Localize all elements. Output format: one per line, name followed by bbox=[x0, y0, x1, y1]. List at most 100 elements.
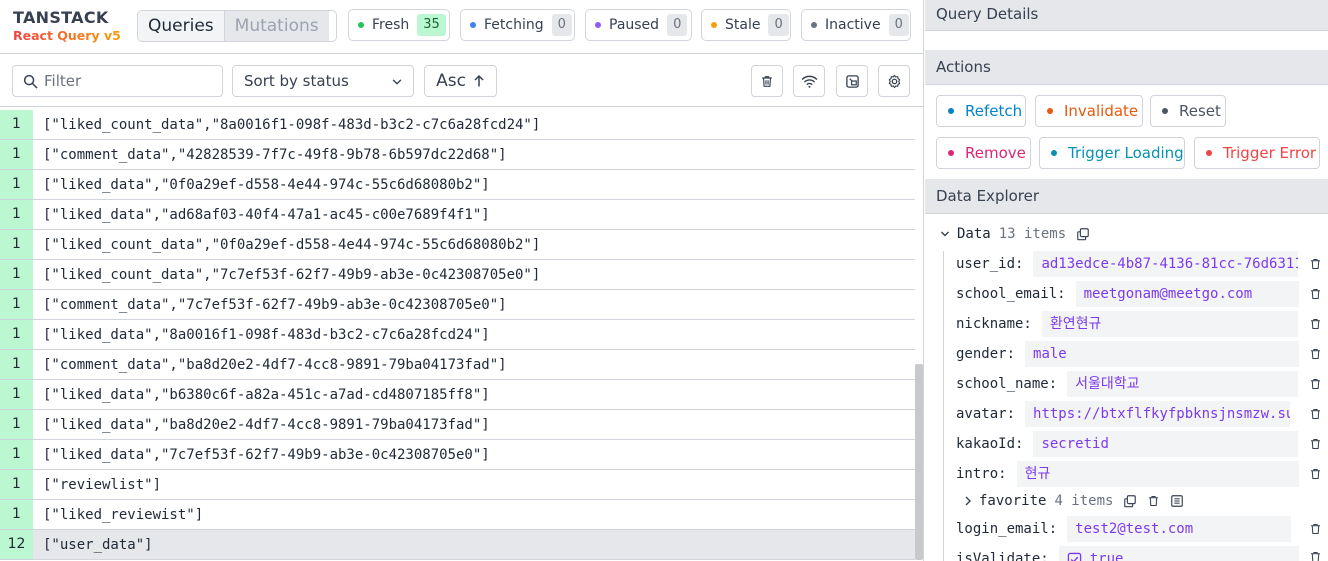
observer-count: 12 bbox=[0, 530, 33, 559]
field-avatar: avatar: https://btxflfkyfpbknsjnsmzw.sup bbox=[956, 401, 1291, 427]
trash-icon[interactable] bbox=[1309, 347, 1322, 361]
arrow-up-icon bbox=[474, 74, 484, 87]
query-key: ["comment_data","7c7ef53f-62f7-49b9-ab3e… bbox=[43, 296, 507, 313]
query-key: ["liked_data","ba8d20e2-4df7-4cc8-9891-7… bbox=[43, 416, 490, 433]
invalidate-dot-icon bbox=[1047, 108, 1053, 114]
trash-icon[interactable] bbox=[1309, 287, 1322, 301]
query-row[interactable]: 1 ["liked_count_data","8a0016f1-098f-483d… bbox=[0, 110, 915, 140]
mutations-tab[interactable]: Mutations bbox=[224, 11, 329, 41]
copy-icon[interactable] bbox=[1076, 227, 1090, 241]
query-key: ["user_data"] bbox=[43, 536, 153, 553]
field-school-name: school_name: 서울대학교 bbox=[956, 371, 1299, 397]
chevron-down-icon bbox=[392, 79, 402, 85]
status-pill-stale[interactable]: Stale 0 bbox=[701, 9, 791, 41]
search-icon bbox=[23, 74, 38, 88]
query-row[interactable]: 1 ["liked_data","b6380c6f-a82a-451c-a7ad-… bbox=[0, 380, 915, 410]
status-pill-fresh[interactable]: Fresh 35 bbox=[348, 9, 450, 41]
query-row[interactable]: 1 ["liked_data","8a0016f1-098f-483d-b3c2-… bbox=[0, 320, 915, 350]
field-gender: gender: male bbox=[956, 341, 1300, 367]
queries-tab[interactable]: Queries bbox=[138, 11, 225, 41]
invalidate-button[interactable]: Invalidate bbox=[1035, 95, 1143, 127]
sort-order-button[interactable]: Asc bbox=[424, 65, 497, 97]
sort-select[interactable]: Sort by status bbox=[232, 65, 414, 97]
query-row[interactable]: 1 ["liked_count_data","7c7ef53f-62f7-49b9… bbox=[0, 260, 915, 290]
status-pill-paused[interactable]: Paused 0 bbox=[585, 9, 692, 41]
sort-select-value: Sort by status bbox=[244, 72, 349, 90]
query-list-scrollbar[interactable] bbox=[915, 364, 923, 560]
filter-input[interactable]: Filter bbox=[12, 65, 223, 97]
query-key: ["comment_data","ba8d20e2-4df7-4cc8-9891… bbox=[43, 356, 507, 373]
query-row[interactable]: 1 ["liked_data","0f0a29ef-d558-4e44-974c-… bbox=[0, 170, 915, 200]
trigger-loading-dot-icon bbox=[1051, 150, 1057, 156]
query-row[interactable]: 1 ["liked_reviewist"] bbox=[0, 500, 915, 530]
trigger-loading-button[interactable]: Trigger Loading bbox=[1039, 137, 1185, 169]
refetch-dot-icon bbox=[948, 108, 954, 114]
query-key: ["liked_data","0f0a29ef-d558-4e44-974c-5… bbox=[43, 176, 490, 193]
query-details-body bbox=[936, 31, 1326, 51]
query-row[interactable]: 1 ["liked_count_data","0f0a29ef-d558-4e44… bbox=[0, 230, 915, 260]
trash-icon[interactable] bbox=[1309, 467, 1322, 481]
query-row[interactable]: 1 ["liked_data","7c7ef53f-62f7-49b9-ab3e-… bbox=[0, 440, 915, 470]
field-value-input[interactable]: ad13edce-4b87-4136-81cc-76d6311 bbox=[1033, 251, 1298, 277]
field-value-input[interactable]: 환연현규 bbox=[1041, 311, 1298, 337]
trigger-error-button[interactable]: Trigger Error bbox=[1194, 137, 1320, 169]
field-kakao-id: kakaoId: secretid bbox=[956, 431, 1299, 457]
observer-count: 1 bbox=[0, 380, 33, 409]
refetch-button[interactable]: Refetch bbox=[936, 95, 1026, 127]
query-list: 1 ["liked_count_data","8a0016f1-098f-483d… bbox=[0, 110, 915, 560]
open-in-pip-button[interactable] bbox=[836, 65, 868, 97]
fetching-dot-icon bbox=[470, 22, 476, 28]
trash-icon[interactable] bbox=[1147, 494, 1160, 508]
query-row[interactable]: 1 ["comment_data","7c7ef53f-62f7-49b9-ab3… bbox=[0, 290, 915, 320]
observer-count: 1 bbox=[0, 410, 33, 439]
query-key: ["liked_data","8a0016f1-098f-483d-b3c2-c… bbox=[43, 326, 490, 343]
trash-icon[interactable] bbox=[1309, 550, 1322, 561]
status-pill-fetching[interactable]: Fetching 0 bbox=[460, 9, 575, 41]
chevron-right-icon bbox=[965, 496, 971, 506]
field-value-checkbox[interactable]: true bbox=[1058, 546, 1299, 561]
copy-icon[interactable] bbox=[1123, 494, 1137, 508]
tanstack-logo-text: TANSTACK bbox=[13, 8, 109, 27]
query-row-selected[interactable]: 12 ["user_data"] bbox=[0, 530, 915, 560]
field-value-input[interactable]: meetgonam@meetgo.com bbox=[1075, 281, 1299, 307]
status-pill-inactive[interactable]: Inactive 0 bbox=[801, 9, 911, 41]
clear-cache-button[interactable] bbox=[751, 65, 783, 97]
data-explorer-root[interactable]: Data 13 items bbox=[939, 226, 1090, 242]
query-list-panel: TANSTACK React Query v5 Queries Mutation… bbox=[0, 0, 924, 561]
query-row[interactable]: 1 ["liked_data","ba8d20e2-4df7-4cc8-9891-… bbox=[0, 410, 915, 440]
trash-icon bbox=[762, 75, 772, 87]
observer-count: 1 bbox=[0, 260, 33, 289]
query-details-panel: Query Details Actions Refetch Invalidate… bbox=[925, 0, 1328, 561]
mock-offline-button[interactable] bbox=[793, 65, 825, 97]
query-row[interactable]: 1 ["comment_data","ba8d20e2-4df7-4cc8-989… bbox=[0, 350, 915, 380]
field-value-input[interactable]: male bbox=[1025, 341, 1300, 367]
field-value-input[interactable]: secretid bbox=[1033, 431, 1299, 457]
react-query-version: React Query v5 bbox=[13, 28, 121, 43]
trash-icon[interactable] bbox=[1309, 257, 1322, 271]
devtools-header: TANSTACK React Query v5 Queries Mutation… bbox=[0, 0, 924, 54]
field-intro: intro: 현규 bbox=[956, 461, 1299, 487]
query-row[interactable]: 1 ["liked_data","ad68af03-40f4-47a1-ac45-… bbox=[0, 200, 915, 230]
trash-icon[interactable] bbox=[1309, 437, 1322, 451]
remove-button[interactable]: Remove bbox=[936, 137, 1031, 169]
observer-count: 1 bbox=[0, 200, 33, 229]
field-value-input[interactable]: https://btxflfkyfpbknsjnsmzw.sup bbox=[1025, 401, 1291, 427]
trash-icon[interactable] bbox=[1309, 317, 1322, 331]
list-icon[interactable] bbox=[1170, 494, 1184, 508]
field-value-input[interactable]: test2@test.com bbox=[1067, 516, 1292, 542]
query-row[interactable]: 1 ["reviewlist"] bbox=[0, 470, 915, 500]
field-value-input[interactable]: 서울대학교 bbox=[1067, 371, 1299, 397]
query-row[interactable]: 1 ["comment_data","42828539-7f7c-49f8-9b7… bbox=[0, 140, 915, 170]
reset-button[interactable]: Reset bbox=[1150, 95, 1226, 127]
trash-icon[interactable] bbox=[1309, 522, 1322, 536]
favorite-node[interactable]: favorite 4 items bbox=[963, 489, 1184, 513]
observer-count: 1 bbox=[0, 170, 33, 199]
trash-icon[interactable] bbox=[1309, 407, 1322, 421]
field-nickname: nickname: 환연현규 bbox=[956, 311, 1298, 337]
checkbox-checked-icon bbox=[1067, 552, 1081, 561]
field-value-input[interactable]: 현규 bbox=[1016, 461, 1299, 487]
settings-button[interactable] bbox=[878, 65, 910, 97]
query-key: ["liked_reviewist"] bbox=[43, 506, 204, 523]
paused-dot-icon bbox=[595, 22, 601, 28]
trash-icon[interactable] bbox=[1309, 377, 1322, 391]
